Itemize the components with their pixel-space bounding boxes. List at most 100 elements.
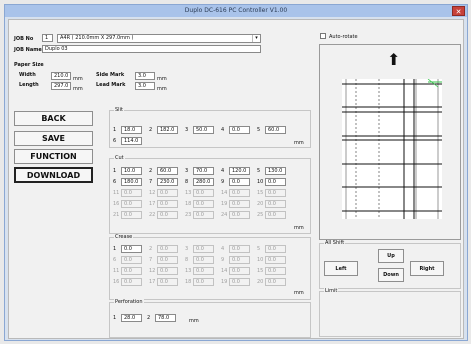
- slit-field[interactable]: 60.0: [265, 126, 286, 134]
- perforation-index-label: 2: [147, 315, 151, 321]
- shift-down-button[interactable]: Down: [378, 268, 404, 282]
- slit-field[interactable]: 18.0: [121, 126, 142, 134]
- close-button[interactable]: ✕: [452, 6, 465, 16]
- crease-field: 0.0: [229, 267, 250, 275]
- cut-field[interactable]: 0.0: [229, 178, 250, 186]
- cut-field: 0.0: [193, 189, 214, 197]
- crease-field: 0.0: [193, 245, 214, 253]
- slit-index-label: 1: [113, 127, 117, 133]
- cut-field[interactable]: 60.0: [157, 167, 178, 175]
- crease-field[interactable]: 0.0: [121, 245, 142, 253]
- cut-index-label: 5: [257, 168, 261, 174]
- crease-field: 0.0: [157, 256, 178, 264]
- job-name-label: JOB Name: [14, 47, 42, 53]
- save-button[interactable]: SAVE: [14, 131, 93, 146]
- length-field[interactable]: 297.0: [51, 82, 71, 90]
- cut-field: 0.0: [121, 189, 142, 197]
- cut-field: 0.0: [265, 200, 286, 208]
- cut-field: 0.0: [229, 189, 250, 197]
- perforation-unit: mm: [189, 318, 199, 324]
- cut-field[interactable]: 180.0: [121, 178, 142, 186]
- crease-index-label: 12: [149, 268, 156, 274]
- window-title: Duplo DC-616 PC Controller V1.00: [184, 7, 288, 14]
- cut-index-label: 18: [185, 201, 192, 207]
- lead-mark-unit: mm: [157, 86, 167, 92]
- layout-preview: ⬆: [319, 44, 461, 240]
- paper-combo[interactable]: A4R ( 210.0mm X 297.0mm ) ▾: [57, 34, 261, 43]
- cut-index-label: 19: [221, 201, 228, 207]
- job-no-field[interactable]: 1: [42, 34, 53, 42]
- cut-field: 0.0: [121, 211, 142, 219]
- crease-index-label: 4: [221, 246, 225, 252]
- width-label: Width: [19, 72, 36, 78]
- cut-index-label: 11: [113, 190, 120, 196]
- cut-index-label: 8: [185, 179, 189, 185]
- paper-size-label: Paper Size: [14, 62, 44, 68]
- cut-index-label: 15: [257, 190, 264, 196]
- cut-index-label: 9: [221, 179, 225, 185]
- crease-unit: mm: [294, 290, 304, 296]
- cut-field: 0.0: [157, 200, 178, 208]
- job-no-label: JOB No: [14, 36, 34, 42]
- auto-rotate-checkbox[interactable]: [320, 33, 326, 39]
- back-button[interactable]: BACK: [14, 111, 93, 126]
- length-label: Length: [19, 82, 39, 88]
- length-unit: mm: [73, 86, 83, 92]
- crease-index-label: 3: [185, 246, 189, 252]
- cut-field[interactable]: 0.0: [265, 178, 286, 186]
- side-mark-field[interactable]: 3.0: [135, 72, 155, 80]
- crease-field: 0.0: [265, 278, 286, 286]
- function-button[interactable]: FUNCTION: [14, 149, 93, 164]
- crease-index-label: 8: [185, 257, 189, 263]
- slit-field[interactable]: 114.0: [121, 137, 142, 145]
- cut-index-label: 23: [185, 212, 192, 218]
- cut-index-label: 17: [149, 201, 156, 207]
- cut-index-label: 13: [185, 190, 192, 196]
- app-window: Duplo DC-616 PC Controller V1.00 ✕ JOB N…: [4, 4, 468, 341]
- cut-field[interactable]: 280.0: [193, 178, 214, 186]
- cut-field[interactable]: 10.0: [121, 167, 142, 175]
- crease-field: 0.0: [193, 256, 214, 264]
- cut-index-label: 22: [149, 212, 156, 218]
- job-name-field[interactable]: Duplo 03: [42, 45, 261, 53]
- side-mark-label: Side Mark: [96, 72, 125, 78]
- crease-index-label: 15: [257, 268, 264, 274]
- slit-field[interactable]: 50.0: [193, 126, 214, 134]
- crease-index-label: 6: [113, 257, 117, 263]
- slit-field[interactable]: 0.0: [229, 126, 250, 134]
- cut-index-label: 6: [113, 179, 117, 185]
- crease-title: Crease: [114, 234, 134, 240]
- crease-index-label: 7: [149, 257, 153, 263]
- width-field[interactable]: 210.0: [51, 72, 71, 80]
- shift-right-button[interactable]: Right: [410, 261, 444, 276]
- shift-left-button[interactable]: Left: [324, 261, 358, 276]
- arrow-up-icon: ⬆: [387, 50, 401, 69]
- slit-field[interactable]: 182.0: [157, 126, 178, 134]
- cut-field: 0.0: [193, 211, 214, 219]
- shift-up-button[interactable]: Up: [378, 249, 404, 263]
- lead-mark-field[interactable]: 3.0: [135, 82, 155, 90]
- crease-index-label: 11: [113, 268, 120, 274]
- sheet-rect: [342, 79, 442, 219]
- cut-field[interactable]: 230.0: [157, 178, 178, 186]
- perforation-field[interactable]: 28.0: [121, 314, 142, 322]
- cut-index-label: 14: [221, 190, 228, 196]
- chevron-down-icon[interactable]: ▾: [252, 35, 260, 42]
- crease-index-label: 1: [113, 246, 117, 252]
- slit-index-label: 5: [257, 127, 261, 133]
- paper-combo-value: A4R ( 210.0mm X 297.0mm ): [60, 35, 134, 41]
- title-bar: Duplo DC-616 PC Controller V1.00 ✕: [5, 5, 467, 17]
- crease-index-label: 10: [257, 257, 264, 263]
- cut-field[interactable]: 120.0: [229, 167, 250, 175]
- cut-index-label: 10: [257, 179, 264, 185]
- perforation-index-label: 1: [113, 315, 117, 321]
- crease-index-label: 14: [221, 268, 228, 274]
- cut-field[interactable]: 130.0: [265, 167, 286, 175]
- cut-field: 0.0: [157, 211, 178, 219]
- perforation-field[interactable]: 78.0: [155, 314, 176, 322]
- crease-field: 0.0: [157, 278, 178, 286]
- slit-unit: mm: [294, 140, 304, 146]
- slit-index-label: 4: [221, 127, 225, 133]
- cut-field[interactable]: 70.0: [193, 167, 214, 175]
- download-button[interactable]: DOWNLOAD: [14, 167, 93, 183]
